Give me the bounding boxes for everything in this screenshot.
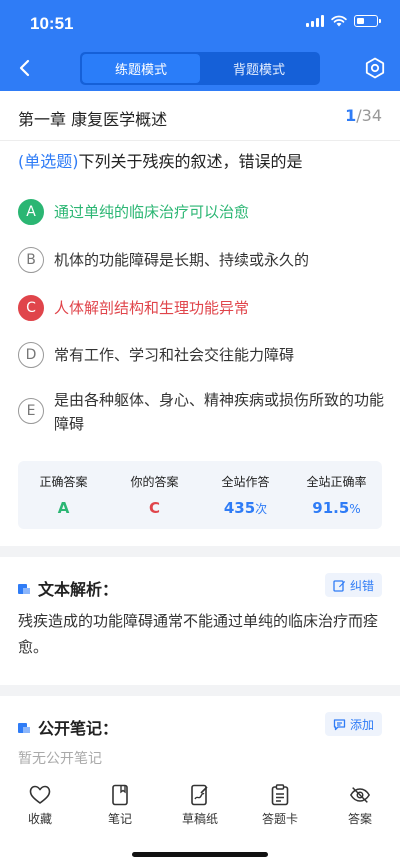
question-progress: 1/34 <box>345 106 382 125</box>
option-b[interactable]: B 机体的功能障碍是长期、持续或永久的 <box>18 247 388 273</box>
progress-total: /34 <box>356 106 382 125</box>
back-button[interactable] <box>12 54 36 82</box>
add-note-button[interactable]: 添加 <box>324 712 382 736</box>
stat-label: 你的答案 <box>130 475 179 489</box>
question-text: 下列关于残疾的叙述，错误的是 <box>78 152 303 171</box>
progress-current: 1 <box>345 106 357 125</box>
tab-label: 草稿纸 <box>181 812 218 826</box>
edit-icon <box>333 579 345 592</box>
stat-label: 全站正确率 <box>306 475 367 489</box>
stat-site-attempts: 全站作答 435次 <box>200 461 291 529</box>
stat-label: 全站作答 <box>221 475 270 489</box>
stat-value: 435次 <box>224 499 267 517</box>
option-e[interactable]: E 是由各种躯体、身心、精神疾病或损伤所致的功能障碍 <box>18 388 388 436</box>
option-letter: D <box>18 342 44 368</box>
question-stem: (单选题)下列关于残疾的叙述，错误的是 <box>18 150 388 174</box>
notes-empty-text: 暂无公开笔记 <box>18 751 102 767</box>
option-a[interactable]: A 通过单纯的临床治疗可以治愈 <box>18 199 388 225</box>
report-error-label: 纠错 <box>349 578 374 593</box>
home-indicator <box>132 852 268 857</box>
stat-correct-answer: 正确答案 A <box>18 461 109 529</box>
eye-off-icon <box>349 784 371 806</box>
status-time: 10:51 <box>30 14 74 33</box>
tab-label: 笔记 <box>107 812 132 826</box>
question-type: (单选题) <box>18 152 79 171</box>
section-icon <box>18 721 30 733</box>
notes-title: 公开笔记： <box>18 715 118 739</box>
option-letter: B <box>18 247 44 273</box>
notes-button[interactable]: 笔记 <box>80 776 160 838</box>
status-bar: 10:51 <box>0 0 400 46</box>
accuracy-number: 91.5 <box>312 499 350 517</box>
status-icons <box>306 15 381 27</box>
attempts-number: 435 <box>223 499 256 517</box>
tab-label: 答题卡 <box>261 812 298 826</box>
report-error-button[interactable]: 纠错 <box>324 573 382 597</box>
gear-icon <box>365 57 385 79</box>
divider <box>0 140 400 141</box>
notes-title-text: 公开笔记： <box>38 719 119 738</box>
tab-label: 答案 <box>347 812 372 826</box>
chapter-title: 第一章 康复医学概述 <box>18 110 168 129</box>
stat-label: 正确答案 <box>39 475 88 489</box>
show-answer-button[interactable]: 答案 <box>320 776 400 838</box>
tab-memorize-mode[interactable]: 背题模式 <box>200 54 318 83</box>
accuracy-unit: % <box>349 502 361 516</box>
option-text: 机体的功能障碍是长期、持续或永久的 <box>54 251 310 269</box>
option-d[interactable]: D 常有工作、学习和社会交往能力障碍 <box>18 342 388 368</box>
section-icon <box>18 582 30 594</box>
analysis-title-text: 文本解析： <box>38 580 119 599</box>
settings-button[interactable] <box>362 55 388 81</box>
option-c[interactable]: C 人体解剖结构和生理功能异常 <box>18 295 388 321</box>
draft-paper-button[interactable]: 草稿纸 <box>160 776 240 838</box>
favorite-button[interactable]: 收藏 <box>0 776 80 838</box>
attempts-unit: 次 <box>255 502 268 516</box>
option-text: 通过单纯的临床治疗可以治愈 <box>54 203 250 221</box>
stat-your-answer: 你的答案 C <box>109 461 200 529</box>
wifi-icon <box>331 15 347 27</box>
app-header: 10:51 练题模式 背题模式 <box>0 0 400 91</box>
option-text: 常有工作、学习和社会交往能力障碍 <box>54 346 295 364</box>
tab-practice-mode[interactable]: 练题模式 <box>82 54 200 83</box>
stat-value: C <box>148 499 160 517</box>
add-note-label: 添加 <box>349 717 374 732</box>
draft-icon <box>189 784 211 806</box>
comment-icon <box>333 718 346 730</box>
option-text: 人体解剖结构和生理功能异常 <box>54 299 250 317</box>
option-letter: E <box>18 398 44 424</box>
option-letter: A <box>18 199 44 225</box>
analysis-title: 文本解析： <box>18 576 118 600</box>
answer-stats: 正确答案 A 你的答案 C 全站作答 435次 全站正确率 91.5% <box>18 461 382 529</box>
signal-icon <box>306 15 324 27</box>
analysis-text: 残疾造成的功能障碍通常不能通过单纯的临床治疗而痊愈。 <box>18 612 379 656</box>
chevron-left-icon <box>19 59 30 77</box>
battery-icon <box>354 15 381 27</box>
notebook-icon <box>109 784 131 806</box>
stat-site-accuracy: 全站正确率 91.5% <box>291 461 382 529</box>
clipboard-icon <box>269 784 291 806</box>
heart-icon <box>29 784 51 806</box>
option-letter: C <box>18 295 44 321</box>
stat-value: A <box>57 499 70 517</box>
option-text: 是由各种躯体、身心、精神疾病或损伤所致的功能障碍 <box>54 391 385 433</box>
mode-switch: 练题模式 背题模式 <box>80 52 320 85</box>
tab-label: 收藏 <box>27 812 52 826</box>
answer-sheet-button[interactable]: 答题卡 <box>240 776 320 838</box>
stat-value: 91.5% <box>312 499 360 517</box>
